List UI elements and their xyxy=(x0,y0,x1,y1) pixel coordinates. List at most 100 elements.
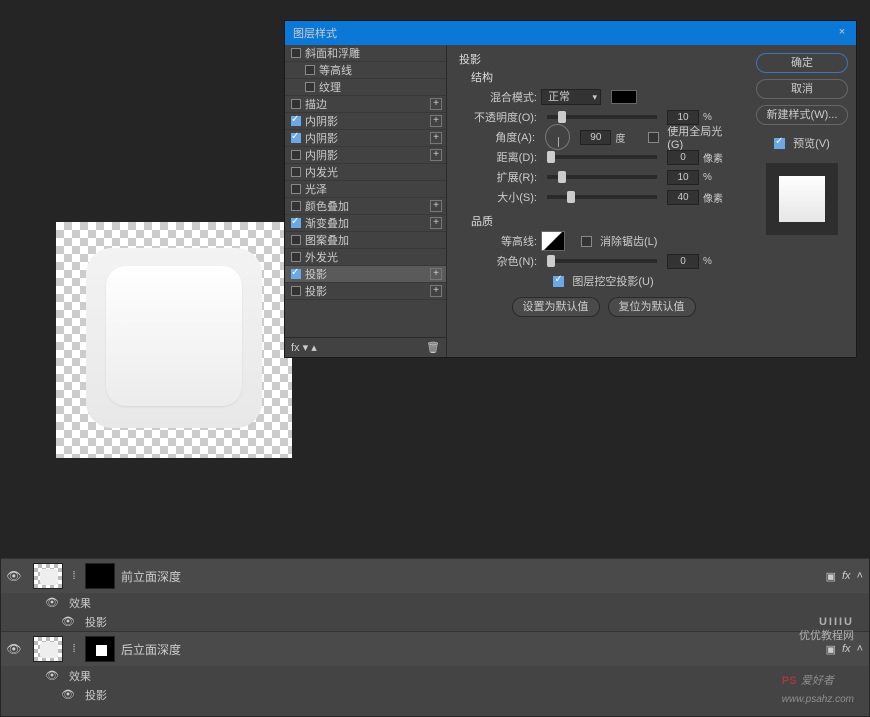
style-label: 图案叠加 xyxy=(305,232,349,248)
style-checkbox[interactable] xyxy=(291,167,301,177)
dialog-titlebar[interactable]: 图层样式 × xyxy=(285,21,856,45)
add-style-icon[interactable]: + xyxy=(430,285,442,297)
style-label: 内阴影 xyxy=(305,113,338,129)
settings-panel: 投影 结构 混合模式: 正常 不透明度(O): 10 % 角度(A): 9 xyxy=(447,45,748,357)
size-slider[interactable] xyxy=(547,195,657,199)
layer-name[interactable]: 后立面深度 xyxy=(121,641,820,658)
style-label: 投影 xyxy=(305,266,327,282)
style-checkbox[interactable] xyxy=(291,116,301,126)
visibility-icon[interactable]: 👁 xyxy=(1,642,27,656)
style-row-9[interactable]: 颜色叠加+ xyxy=(285,198,446,215)
style-row-10[interactable]: 渐变叠加 + xyxy=(285,215,446,232)
chevron-icon[interactable]: ˄ xyxy=(857,570,863,582)
style-row-3[interactable]: 描边+ xyxy=(285,96,446,113)
style-checkbox[interactable] xyxy=(291,48,301,58)
set-default-button[interactable]: 设置为默认值 xyxy=(512,297,600,317)
style-row-5[interactable]: 内阴影+ xyxy=(285,130,446,147)
visibility-icon[interactable]: 👁 xyxy=(61,615,75,628)
style-row-11[interactable]: 图案叠加 xyxy=(285,232,446,249)
add-style-icon[interactable]: + xyxy=(430,98,442,110)
close-button[interactable]: × xyxy=(832,23,852,41)
layer-row[interactable]: 👁⁞前立面深度▣ fx ˄ xyxy=(1,559,869,593)
style-row-14[interactable]: 投影+ xyxy=(285,283,446,300)
add-style-icon[interactable]: + xyxy=(430,115,442,127)
layers-panel: 👁⁞前立面深度▣ fx ˄👁效果👁投影👁⁞后立面深度▣ fx ˄👁效果👁投影 xyxy=(1,558,869,716)
noise-slider[interactable] xyxy=(547,259,657,263)
style-checkbox[interactable] xyxy=(305,65,315,75)
distance-value[interactable]: 0 xyxy=(667,150,699,165)
opacity-slider[interactable] xyxy=(547,115,657,119)
section-quality: 品质 xyxy=(471,213,736,229)
spread-slider[interactable] xyxy=(547,175,657,179)
style-row-6[interactable]: 内阴影+ xyxy=(285,147,446,164)
shadow-effect-row[interactable]: 👁投影 xyxy=(1,612,869,631)
style-checkbox[interactable] xyxy=(291,184,301,194)
style-row-8[interactable]: 光泽 xyxy=(285,181,446,198)
style-row-7[interactable]: 内发光 xyxy=(285,164,446,181)
contour-picker[interactable] xyxy=(541,231,565,251)
style-checkbox[interactable] xyxy=(291,269,301,279)
knockout-checkbox[interactable] xyxy=(553,276,564,287)
visibility-icon[interactable]: 👁 xyxy=(61,688,75,701)
reset-default-button[interactable]: 复位为默认值 xyxy=(608,297,696,317)
add-style-icon[interactable]: + xyxy=(430,200,442,212)
fx-icon[interactable]: fx xyxy=(291,342,300,354)
new-style-button[interactable]: 新建样式(W)... xyxy=(756,105,848,125)
size-value[interactable]: 40 xyxy=(667,190,699,205)
style-label: 纹理 xyxy=(319,79,341,95)
style-row-1[interactable]: 等高线 xyxy=(285,62,446,79)
collapse-icon[interactable]: ▣ xyxy=(826,570,836,583)
trash-icon[interactable]: 🗑 xyxy=(426,341,440,354)
spread-value[interactable]: 10 xyxy=(667,170,699,185)
layer-thumbnail[interactable] xyxy=(33,636,63,662)
layer-mask[interactable] xyxy=(85,636,115,662)
add-style-icon[interactable]: + xyxy=(430,149,442,161)
visibility-icon[interactable]: 👁 xyxy=(1,569,27,583)
style-checkbox[interactable] xyxy=(291,252,301,262)
style-checkbox[interactable] xyxy=(291,150,301,160)
noise-unit: % xyxy=(703,256,733,267)
add-style-icon[interactable]: + xyxy=(430,132,442,144)
chevron-down-icon[interactable]: ▾ xyxy=(303,342,309,354)
style-checkbox[interactable] xyxy=(291,218,301,228)
ok-button[interactable]: 确定 xyxy=(756,53,848,73)
global-light-checkbox[interactable] xyxy=(648,132,659,143)
distance-slider[interactable] xyxy=(547,155,657,159)
add-style-icon[interactable]: + xyxy=(430,268,442,280)
preview-checkbox[interactable] xyxy=(774,138,785,149)
collapse-icon[interactable]: ▣ xyxy=(826,643,836,656)
layer-row[interactable]: 👁⁞后立面深度▣ fx ˄ xyxy=(1,632,869,666)
cancel-button[interactable]: 取消 xyxy=(756,79,848,99)
shadow-color-swatch[interactable] xyxy=(611,90,637,104)
style-row-13[interactable]: 投影 + xyxy=(285,266,446,283)
noise-value[interactable]: 0 xyxy=(667,254,699,269)
style-row-0[interactable]: 斜面和浮雕 xyxy=(285,45,446,62)
style-checkbox[interactable] xyxy=(291,201,301,211)
layer-thumbnail[interactable] xyxy=(33,563,63,589)
link-icon: ⁞ xyxy=(69,570,79,582)
style-row-4[interactable]: 内阴影 + xyxy=(285,113,446,130)
size-label: 大小(S): xyxy=(471,189,537,205)
document-preview[interactable] xyxy=(56,222,292,458)
style-checkbox[interactable] xyxy=(305,82,315,92)
blend-mode-dropdown[interactable]: 正常 xyxy=(541,89,601,105)
layer-mask[interactable] xyxy=(85,563,115,589)
antialias-checkbox[interactable] xyxy=(581,236,592,247)
style-checkbox[interactable] xyxy=(291,235,301,245)
style-checkbox[interactable] xyxy=(291,133,301,143)
layer-name[interactable]: 前立面深度 xyxy=(121,568,820,585)
angle-value[interactable]: 90 xyxy=(580,130,611,145)
style-row-12[interactable]: 外发光 xyxy=(285,249,446,266)
style-label: 渐变叠加 xyxy=(305,215,349,231)
style-checkbox[interactable] xyxy=(291,99,301,109)
style-row-2[interactable]: 纹理 xyxy=(285,79,446,96)
chevron-icon[interactable]: ˄ xyxy=(857,643,863,655)
style-list-scroll[interactable]: 斜面和浮雕等高线纹理描边+内阴影+内阴影+内阴影+内发光光泽颜色叠加+渐变叠加+… xyxy=(285,45,446,337)
style-checkbox[interactable] xyxy=(291,286,301,296)
visibility-icon[interactable]: 👁 xyxy=(45,669,59,682)
add-style-icon[interactable]: + xyxy=(430,217,442,229)
shadow-effect-row[interactable]: 👁投影 xyxy=(1,685,869,704)
visibility-icon[interactable]: 👁 xyxy=(45,596,59,609)
opacity-unit: % xyxy=(703,112,733,123)
chevron-up-icon[interactable]: ▴ xyxy=(311,342,317,354)
